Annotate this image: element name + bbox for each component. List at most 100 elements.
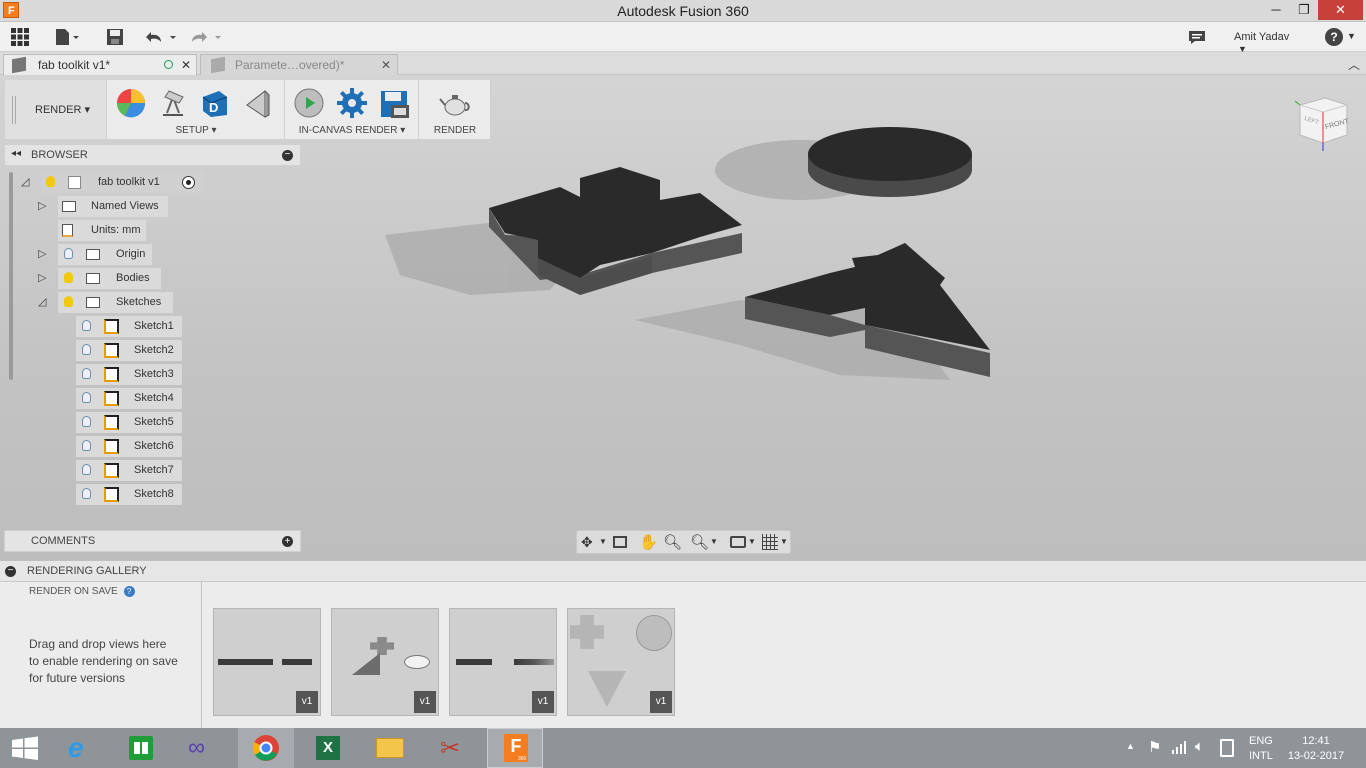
- lightbulb-icon[interactable]: [64, 296, 73, 307]
- rendering-gallery-header[interactable]: − RENDERING GALLERY: [0, 560, 1366, 582]
- sketch-item[interactable]: Sketch8: [76, 484, 182, 505]
- orbit-icon[interactable]: ✥: [581, 534, 593, 551]
- expand-triangle-icon[interactable]: ▷: [38, 247, 46, 260]
- lightbulb-icon[interactable]: [64, 272, 73, 283]
- battery-icon[interactable]: [1220, 739, 1234, 757]
- lightbulb-icon[interactable]: [82, 488, 91, 499]
- lightbulb-icon[interactable]: [82, 392, 91, 403]
- data-panel-grid-icon[interactable]: [11, 28, 29, 46]
- fusion360-taskbar-icon[interactable]: F 360: [487, 728, 543, 768]
- save-icon[interactable]: [106, 28, 124, 46]
- render-thumbnail[interactable]: v1: [567, 608, 675, 716]
- chrome-icon[interactable]: [238, 728, 294, 768]
- collapse-triangle-icon[interactable]: ◿: [38, 295, 46, 308]
- sketch-item[interactable]: Sketch3: [76, 364, 182, 385]
- undo-icon[interactable]: [145, 28, 179, 46]
- browser-root-node[interactable]: fab toolkit v1: [42, 172, 204, 193]
- minimize-button[interactable]: ─: [1262, 0, 1290, 20]
- browser-item-bodies[interactable]: Bodies: [58, 268, 161, 289]
- lightbulb-icon[interactable]: [46, 176, 55, 187]
- sketch-item[interactable]: Sketch1: [76, 316, 182, 337]
- grid-icon[interactable]: [762, 534, 778, 550]
- excel-icon[interactable]: X: [300, 728, 356, 768]
- expand-triangle-icon[interactable]: ▷: [38, 199, 46, 212]
- sketch-item[interactable]: Sketch7: [76, 460, 182, 481]
- notifications-icon[interactable]: [1188, 30, 1206, 45]
- snipping-tool-icon[interactable]: ✂: [424, 728, 480, 768]
- user-menu[interactable]: Amit Yadav ▼: [1234, 31, 1304, 54]
- chevron-down-icon[interactable]: ▼: [748, 537, 756, 546]
- teapot-render-icon[interactable]: [439, 87, 471, 119]
- collapse-triangle-icon[interactable]: ◿: [21, 175, 29, 188]
- browser-item-named-views[interactable]: Named Views: [58, 196, 168, 217]
- clock[interactable]: 12:41 13-02-2017: [1286, 734, 1346, 764]
- display-settings-icon[interactable]: [730, 536, 746, 548]
- zoom-window-icon[interactable]: 🔍︎: [690, 533, 709, 551]
- look-at-icon[interactable]: [613, 536, 627, 548]
- chevron-down-icon[interactable]: ▼: [710, 537, 718, 546]
- flag-icon[interactable]: ⚑: [1148, 738, 1161, 756]
- capture-image-icon[interactable]: [379, 87, 411, 119]
- sketch-item[interactable]: Sketch2: [76, 340, 182, 361]
- lightbulb-icon[interactable]: [82, 440, 91, 451]
- sketch-item[interactable]: Sketch5: [76, 412, 182, 433]
- gear-icon[interactable]: [336, 87, 368, 119]
- show-hidden-icons-icon[interactable]: ▲: [1126, 741, 1135, 751]
- browser-item-origin[interactable]: Origin: [58, 244, 152, 265]
- redo-icon[interactable]: [190, 28, 224, 46]
- lightbulb-icon[interactable]: [82, 344, 91, 355]
- file-menu-icon[interactable]: [55, 28, 81, 46]
- comments-header[interactable]: COMMENTS +: [4, 530, 301, 552]
- workspace-switcher[interactable]: RENDER ▾: [35, 103, 90, 116]
- active-radio-icon[interactable]: [182, 176, 195, 189]
- restore-button[interactable]: ❐: [1290, 0, 1318, 20]
- render-thumbnail[interactable]: v1: [449, 608, 557, 716]
- minus-circle-icon[interactable]: −: [282, 150, 293, 161]
- zoom-icon[interactable]: 🔍︎: [663, 533, 682, 551]
- browser-header[interactable]: ◂◂ BROWSER −: [4, 144, 301, 166]
- close-tab-icon[interactable]: ✕: [381, 55, 391, 75]
- lightbulb-icon[interactable]: [82, 368, 91, 379]
- chevron-down-icon[interactable]: ▼: [599, 537, 607, 546]
- help-icon[interactable]: ?: [123, 586, 135, 597]
- lightbulb-icon[interactable]: [82, 464, 91, 475]
- decal-icon[interactable]: D: [199, 87, 231, 119]
- render-button-label[interactable]: RENDER: [419, 125, 491, 136]
- internet-explorer-icon[interactable]: e: [56, 728, 112, 768]
- browser-item-sketches[interactable]: Sketches: [58, 292, 173, 313]
- render-thumbnail[interactable]: v1: [213, 608, 321, 716]
- scene-settings-icon[interactable]: [157, 87, 189, 119]
- collapse-toolbar-icon[interactable]: ︿: [1348, 56, 1360, 73]
- lightbulb-icon[interactable]: [82, 416, 91, 427]
- collapse-panel-icon[interactable]: ◂◂: [11, 148, 21, 159]
- incanvas-render-icon[interactable]: [293, 87, 325, 119]
- volume-icon[interactable]: 🔈︎: [1195, 738, 1204, 755]
- sketch-item[interactable]: Sketch6: [76, 436, 182, 457]
- lightbulb-icon[interactable]: [82, 320, 91, 331]
- sketch-item[interactable]: Sketch4: [76, 388, 182, 409]
- browser-item-units[interactable]: Units: mm: [58, 220, 146, 241]
- expand-triangle-icon[interactable]: ▷: [38, 271, 46, 284]
- start-button[interactable]: [0, 728, 56, 768]
- plus-circle-icon[interactable]: +: [282, 536, 293, 547]
- close-tab-icon[interactable]: ✕: [181, 55, 191, 75]
- close-button[interactable]: ✕: [1318, 0, 1363, 20]
- pan-hand-icon[interactable]: ✋: [639, 533, 658, 551]
- appearance-icon[interactable]: [115, 87, 147, 119]
- file-explorer-icon[interactable]: [362, 728, 418, 768]
- help-button[interactable]: ? ▼: [1325, 28, 1359, 48]
- incanvas-render-menu[interactable]: IN-CANVAS RENDER ▾: [285, 125, 419, 136]
- chevron-down-icon[interactable]: ▼: [780, 537, 788, 546]
- lightbulb-icon[interactable]: [64, 248, 73, 259]
- network-signal-icon[interactable]: [1172, 740, 1188, 754]
- setup-menu[interactable]: SETUP ▾: [107, 125, 285, 136]
- infinity-app-icon[interactable]: ∞: [176, 728, 232, 768]
- texture-map-icon[interactable]: [241, 87, 273, 119]
- render-thumbnail[interactable]: v1: [331, 608, 439, 716]
- tab-fab-toolkit[interactable]: fab toolkit v1* ✕: [3, 54, 197, 75]
- store-icon[interactable]: [113, 728, 169, 768]
- input-language-indicator[interactable]: ENG INTL: [1249, 734, 1273, 764]
- tab-parameters[interactable]: Paramete…overed)* ✕: [200, 54, 398, 75]
- view-cube[interactable]: FRONT LEFT: [1294, 93, 1350, 151]
- minus-circle-icon[interactable]: −: [5, 566, 16, 577]
